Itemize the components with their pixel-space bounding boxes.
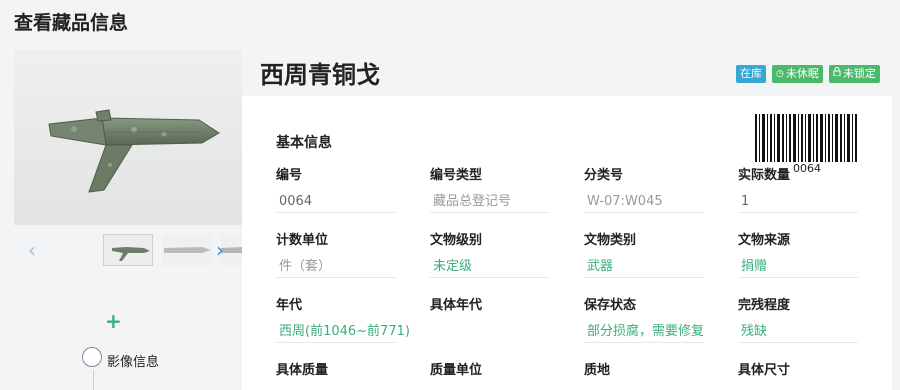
field-era: 年代 西周(前1046~前771): [276, 296, 410, 343]
status-badge-not-dormant: ◷ 未休眠: [772, 65, 823, 83]
field-specific-era: 具体年代: [430, 296, 550, 342]
timeline-line: [93, 370, 94, 390]
field-label: 年代: [276, 298, 303, 313]
thumbnail-3[interactable]: [221, 234, 242, 266]
field-value: 武器: [584, 257, 704, 278]
badge-label: 未锁定: [842, 67, 876, 80]
field-mass-unit: 质量单位: [430, 361, 550, 381]
status-badge-in-stock: 在库: [736, 65, 766, 83]
field-value: 残缺: [738, 322, 858, 343]
field-label: 文物类别: [584, 233, 637, 248]
field-relic-category: 文物类别 武器: [584, 231, 704, 278]
field-label: 编号: [276, 168, 303, 183]
badge-label: 在库: [740, 67, 762, 80]
field-label: 具体尺寸: [738, 363, 791, 378]
field-label: 完残程度: [738, 298, 791, 313]
timeline-node: [82, 347, 102, 367]
field-label: 计数单位: [276, 233, 329, 248]
field-material: 质地: [584, 361, 704, 381]
barcode: [755, 114, 857, 162]
field-value: [430, 322, 550, 342]
field-preservation-status: 保存状态 部分损腐，需要修复: [584, 296, 704, 343]
thumbnail-1[interactable]: [103, 234, 153, 266]
clock-icon: ◷: [776, 69, 784, 79]
field-relic-source: 文物来源 捐赠: [738, 231, 858, 278]
field-value: 西周(前1046~前771): [276, 322, 410, 343]
field-label: 质地: [584, 363, 611, 378]
field-value: 部分损腐，需要修复: [584, 322, 704, 343]
field-specific-dimensions: 具体尺寸: [738, 361, 858, 381]
field-number-type: 编号类型 藏品总登记号: [430, 166, 550, 213]
field-specific-mass: 具体质量: [276, 361, 396, 381]
field-label: 实际数量: [738, 168, 791, 183]
field-value: 1: [738, 192, 858, 213]
field-value: 藏品总登记号: [430, 192, 550, 213]
lock-icon: [833, 65, 841, 83]
object-title: 西周青铜戈: [260, 61, 380, 89]
field-label: 具体质量: [276, 363, 329, 378]
field-label: 具体年代: [430, 298, 483, 313]
media-info-link[interactable]: 影像信息: [107, 351, 159, 370]
field-label: 文物来源: [738, 233, 791, 248]
info-panel: 0064 基本信息 编号 0064 编号类型 藏品总登记号 分类号 W-07:W…: [242, 96, 892, 390]
status-badges: 在库 ◷ 未休眠 未锁定: [736, 65, 880, 83]
field-classification-number: 分类号 W-07:W045: [584, 166, 704, 213]
field-value: 捐赠: [738, 257, 858, 278]
field-value: 未定级: [430, 257, 550, 278]
field-completeness: 完残程度 残缺: [738, 296, 858, 343]
chevron-right-icon[interactable]: ›: [216, 238, 224, 262]
field-label: 保存状态: [584, 298, 637, 313]
badge-label: 未休眠: [785, 67, 819, 80]
field-number: 编号 0064: [276, 166, 396, 213]
field-count-unit: 计数单位 件（套）: [276, 231, 396, 278]
field-label: 编号类型: [430, 168, 483, 183]
field-label: 文物级别: [430, 233, 483, 248]
page-title: 查看藏品信息: [14, 12, 129, 34]
field-value: W-07:W045: [584, 192, 704, 213]
status-badge-not-locked: 未锁定: [828, 65, 880, 83]
field-label: 分类号: [584, 168, 624, 183]
field-relic-grade: 文物级别 未定级: [430, 231, 550, 278]
plus-icon[interactable]: +: [105, 311, 122, 331]
thumbnail-2[interactable]: [162, 234, 212, 266]
bronze-ge-photo: [14, 50, 242, 225]
field-value: 件（套）: [276, 257, 396, 278]
chevron-left-icon[interactable]: ‹: [28, 238, 36, 262]
field-actual-quantity: 实际数量 1: [738, 166, 858, 213]
section-title-basic-info: 基本信息: [276, 135, 332, 151]
object-main-photo[interactable]: [14, 50, 242, 225]
field-label: 质量单位: [430, 363, 483, 378]
thumbnail-strip: ‹ ›: [14, 232, 242, 270]
field-value: 0064: [276, 192, 396, 213]
